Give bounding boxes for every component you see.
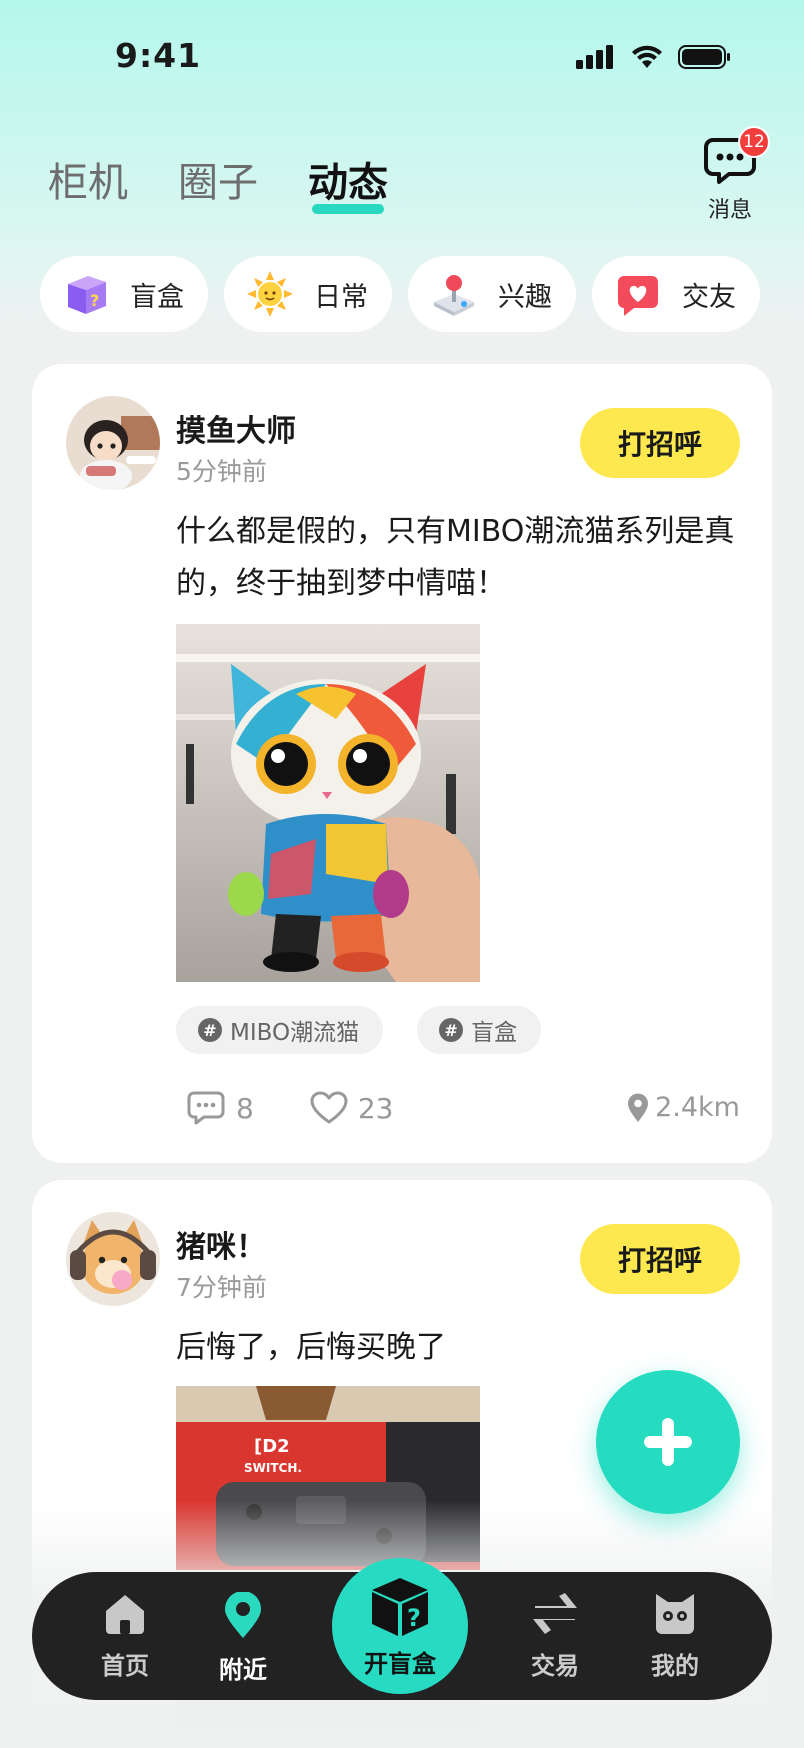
- nav-me[interactable]: 我的: [630, 1592, 720, 1681]
- battery-icon: [678, 45, 730, 69]
- nav-label: 附近: [219, 1656, 267, 1684]
- plus-icon: [644, 1418, 692, 1466]
- chip-label: 盲盒: [130, 281, 184, 313]
- tab-feed[interactable]: 动态: [308, 150, 388, 214]
- sun-icon: [246, 270, 294, 318]
- messages-button[interactable]: 12 消息: [700, 126, 770, 224]
- nav-trade[interactable]: 交易: [510, 1592, 600, 1681]
- category-blind-box[interactable]: ? 盲盒: [40, 256, 208, 332]
- distance-value: 2.4km: [655, 1092, 740, 1123]
- question-box-icon: ?: [62, 270, 110, 318]
- heart-chat-icon: [614, 270, 662, 318]
- tag-chip[interactable]: # MIBO潮流猫: [176, 1006, 384, 1054]
- post-text: 什么都是假的，只有MIBO潮流猫系列是真的，终于抽到梦中情喵！: [176, 514, 735, 601]
- nav-label: 首页: [101, 1652, 149, 1680]
- comment-icon: [187, 1091, 225, 1125]
- post-image[interactable]: [176, 624, 480, 982]
- username[interactable]: 摸鱼大师: [176, 406, 296, 450]
- wifi-icon: [632, 45, 662, 68]
- tag-label: 盲盒: [471, 1020, 518, 1046]
- post-text: 后悔了，后悔买晚了: [176, 1330, 446, 1365]
- nav-label: 交易: [531, 1652, 579, 1680]
- category-chips: ? 盲盒 日常 兴趣 交友: [40, 256, 760, 332]
- comment-button[interactable]: 8: [186, 1090, 254, 1126]
- svg-text:SWITCH.: SWITCH.: [244, 1461, 302, 1475]
- svg-text:[D2: [D2: [254, 1436, 290, 1457]
- like-count: 23: [357, 1091, 394, 1125]
- chip-label: 兴趣: [498, 281, 552, 313]
- post-time: 7分钟前: [176, 1273, 267, 1302]
- joystick-icon: [430, 270, 478, 318]
- tab-label: 动态: [308, 160, 388, 206]
- heart-icon: [310, 1091, 348, 1124]
- nav-nearby[interactable]: 附近: [198, 1591, 288, 1685]
- post-tags: # MIBO潮流猫 # 盲盒: [176, 1006, 542, 1054]
- greet-button[interactable]: 打招呼: [580, 408, 740, 478]
- category-friends[interactable]: 交友: [592, 256, 760, 332]
- tag-chip[interactable]: # 盲盒: [417, 1006, 542, 1054]
- tag-label: MIBO潮流猫: [230, 1020, 360, 1046]
- chip-label: 交友: [682, 281, 736, 313]
- swap-arrows-icon: [533, 1593, 577, 1634]
- tab-label: 柜机: [48, 160, 128, 206]
- hashtag-icon: #: [439, 1018, 464, 1042]
- svg-text:?: ?: [90, 291, 99, 310]
- like-button[interactable]: 23: [310, 1091, 394, 1125]
- post-card[interactable]: 摸鱼大师 5分钟前 打招呼 什么都是假的，只有MIBO潮流猫系列是真的，终于抽到…: [32, 364, 772, 1163]
- hashtag-icon: #: [198, 1018, 222, 1042]
- post-stats: 8 23: [186, 1090, 393, 1126]
- greet-button[interactable]: 打招呼: [580, 1224, 740, 1294]
- tab-cabinet[interactable]: 柜机: [48, 150, 128, 208]
- center-label: 开盲盒: [364, 1649, 436, 1678]
- status-icons: [576, 44, 732, 70]
- messages-label: 消息: [707, 198, 752, 223]
- top-tabs: 柜机 圈子 动态: [48, 150, 388, 214]
- status-time: 9:41: [115, 36, 202, 75]
- nav-home[interactable]: 首页: [80, 1592, 170, 1681]
- category-interest[interactable]: 兴趣: [408, 256, 576, 332]
- svg-text:?: ?: [407, 1604, 421, 1632]
- comment-count: 8: [236, 1091, 254, 1125]
- home-icon: [106, 1595, 144, 1634]
- username[interactable]: 猪咪！: [176, 1222, 266, 1266]
- cat-face-icon: [656, 1594, 694, 1634]
- mystery-box-icon: ?: [372, 1577, 428, 1636]
- unread-badge: 12: [738, 126, 770, 158]
- add-post-button[interactable]: [596, 1370, 740, 1514]
- distance: 2.4km: [627, 1092, 740, 1123]
- post-time: 5分钟前: [176, 457, 267, 486]
- cellular-signal-icon: [576, 45, 613, 69]
- tab-circle[interactable]: 圈子: [178, 150, 258, 208]
- bottom-nav: 首页 附近 ? 开盲盒 交易 我的: [32, 1558, 772, 1700]
- nav-label: 我的: [651, 1652, 699, 1680]
- location-pin-icon: [628, 1093, 649, 1122]
- location-pin-icon: [225, 1591, 261, 1638]
- chip-label: 日常: [314, 281, 368, 313]
- avatar[interactable]: [66, 1212, 160, 1306]
- category-daily[interactable]: 日常: [224, 256, 392, 332]
- open-blind-box-button[interactable]: ? 开盲盒: [332, 1558, 468, 1694]
- avatar[interactable]: [66, 396, 160, 490]
- tab-label: 圈子: [178, 160, 258, 206]
